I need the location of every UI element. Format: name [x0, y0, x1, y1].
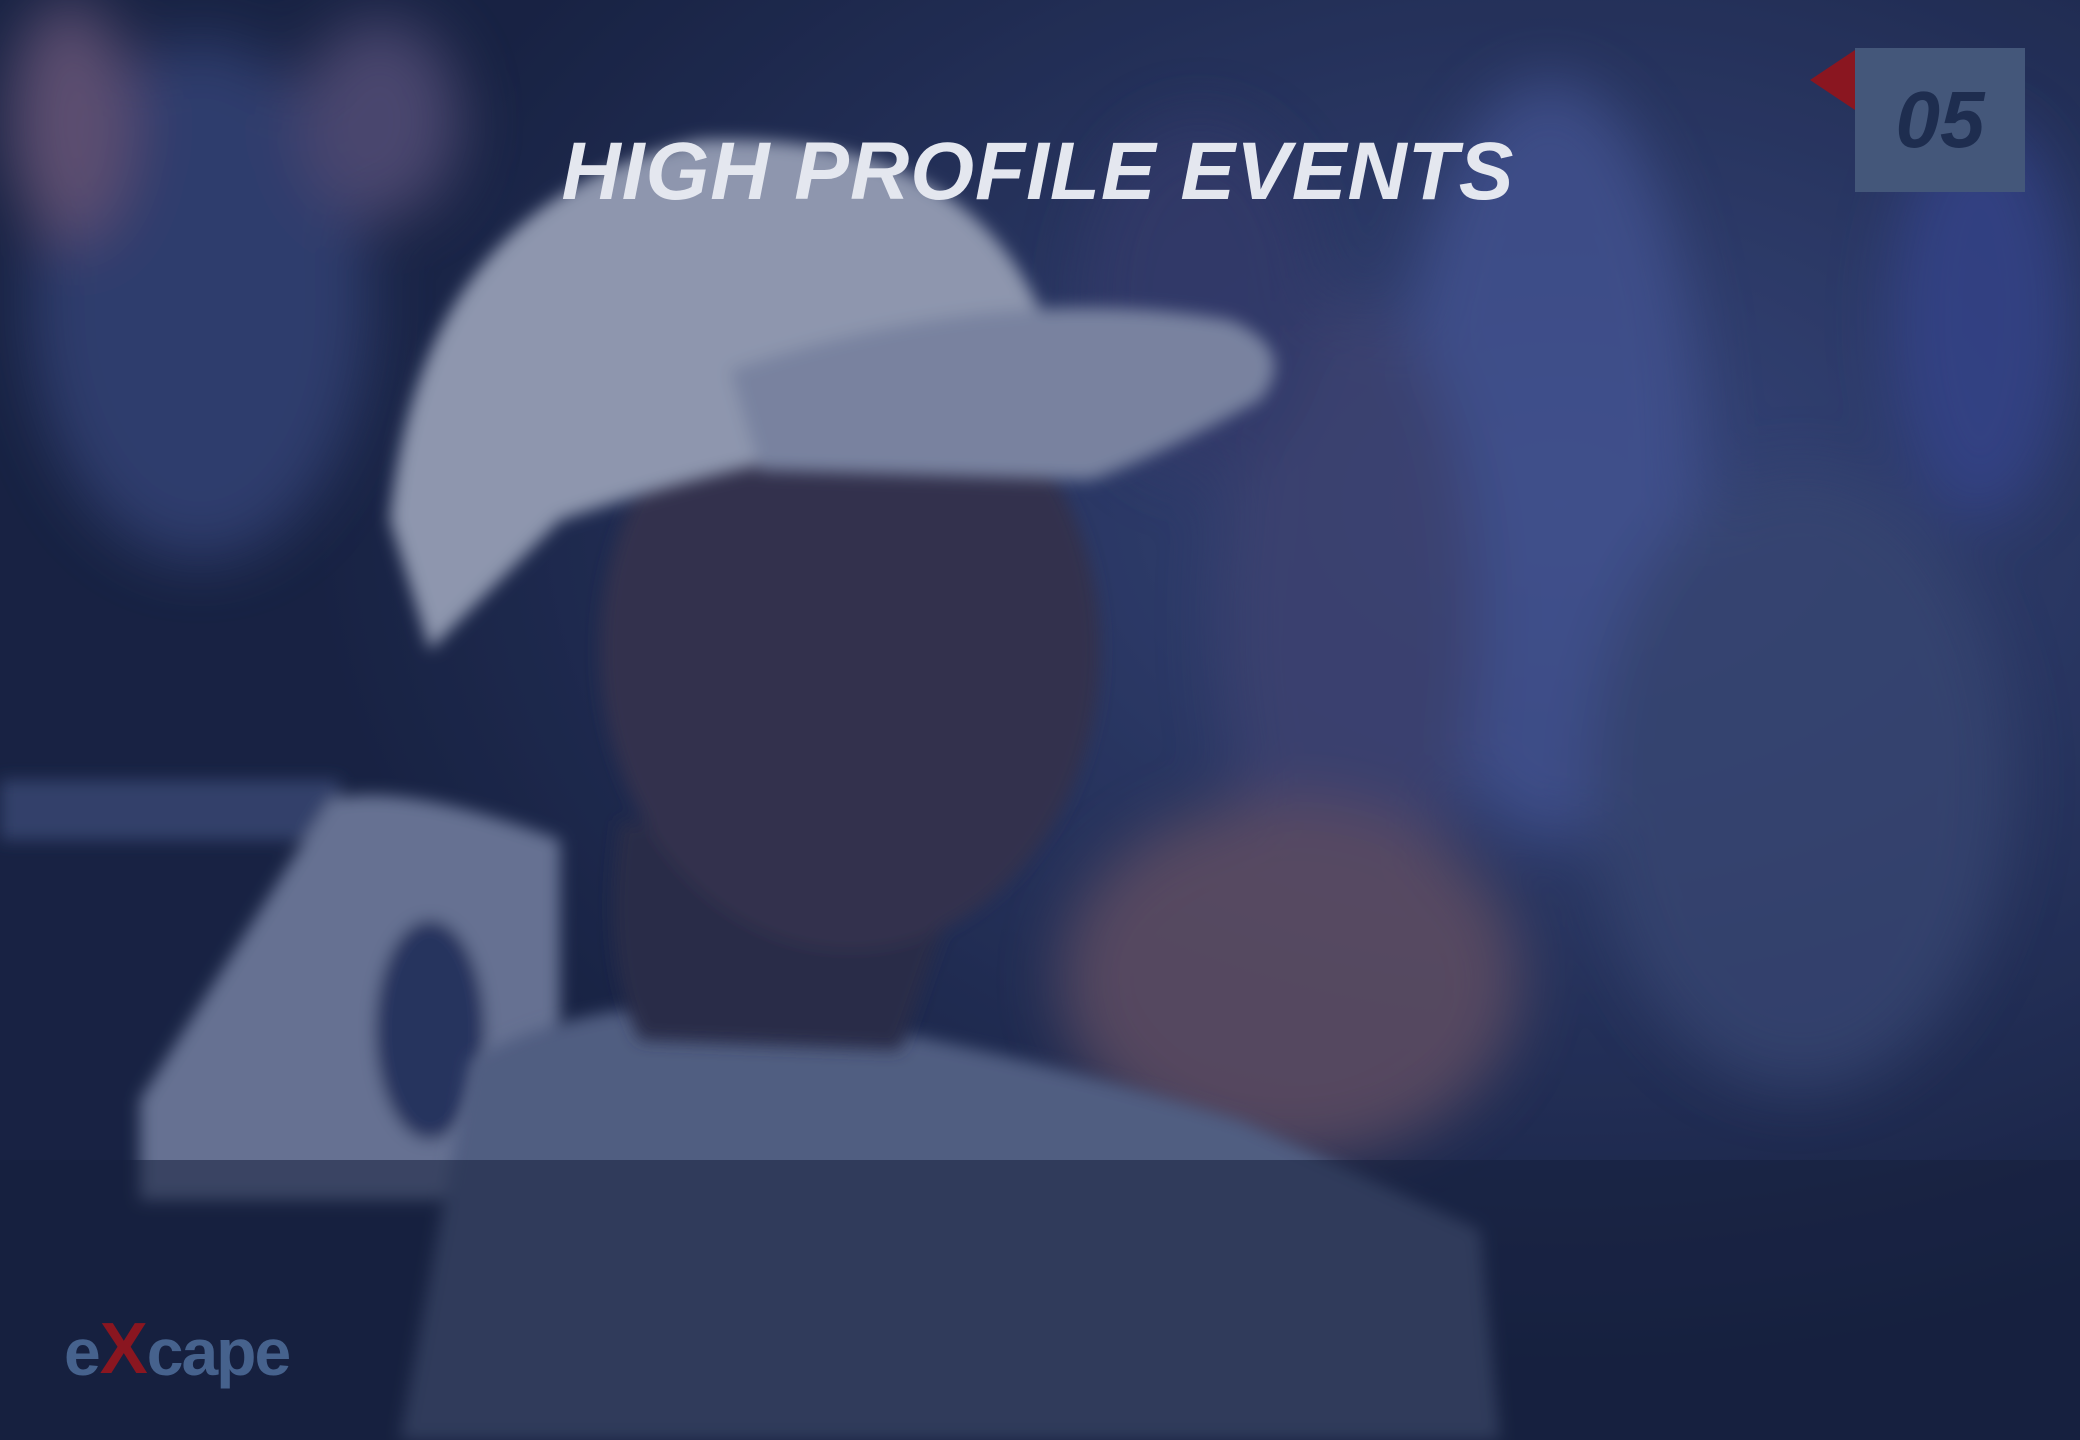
page-number-badge: 05	[1855, 48, 2025, 192]
logo-prefix: e	[64, 1315, 101, 1389]
slide-title: HIGH PROFILE EVENTS	[561, 126, 1515, 217]
page-flag-icon	[1810, 50, 1855, 110]
excape-logo: e Xcape	[64, 1313, 291, 1385]
page-number: 05	[1895, 75, 1985, 164]
logo-suffix: cape	[146, 1315, 291, 1389]
logo-x: X	[99, 1309, 148, 1389]
